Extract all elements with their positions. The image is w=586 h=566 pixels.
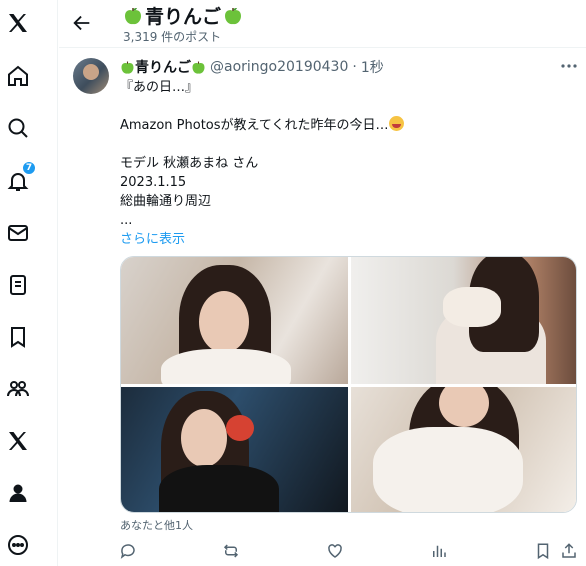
profile-icon[interactable]: [5, 480, 31, 506]
green-apple-icon: [191, 60, 206, 75]
post-count: 3,319 件のポスト: [123, 30, 222, 44]
photo-2[interactable]: [351, 257, 576, 384]
left-nav-rail: 7: [0, 0, 58, 566]
tweet-line-blank: [120, 135, 560, 154]
share-icon[interactable]: [560, 542, 578, 560]
page-title-text: 青りんご: [145, 6, 222, 28]
tweet-line: モデル 秋瀬あまね さん: [120, 156, 259, 171]
home-icon[interactable]: [5, 63, 31, 89]
tweet-line: 2023.1.15: [120, 175, 187, 190]
tweet-line: 『あの日…』: [120, 80, 199, 95]
profile-header: 青りんご 3,319 件のポスト: [59, 0, 586, 48]
more-icon[interactable]: [5, 532, 31, 558]
show-more-link[interactable]: さらに表示: [120, 230, 560, 249]
green-apple-icon: [123, 6, 143, 26]
explore-icon[interactable]: [5, 115, 31, 141]
notification-count-badge: 7: [22, 161, 36, 175]
notifications-icon[interactable]: 7: [5, 161, 36, 194]
tweet-line: 総曲輪通り周辺: [120, 194, 212, 209]
author-handle[interactable]: @aoringo20190430: [210, 59, 348, 75]
author-display-name[interactable]: 青りんご: [120, 57, 206, 77]
communities-icon[interactable]: [5, 376, 31, 402]
tweet-text: 『あの日…』 Amazon Photosが教えてくれた昨年の今日… モデル 秋瀬…: [120, 78, 560, 249]
green-apple-icon: [223, 6, 243, 26]
reply-icon[interactable]: [119, 542, 137, 560]
photo-1[interactable]: [121, 257, 348, 384]
liked-by-text[interactable]: あなたと他1人: [120, 517, 193, 533]
tweet-author-row: 青りんご @aoringo20190430 · 1秒: [120, 57, 384, 77]
photo-3[interactable]: [121, 387, 348, 512]
bookmarks-icon[interactable]: [5, 324, 31, 350]
tweet-line-text: Amazon Photosが教えてくれた昨年の今日…: [120, 118, 389, 133]
tweet-line: ...: [120, 213, 133, 228]
avatar[interactable]: [73, 58, 109, 94]
like-heart-icon[interactable]: [326, 542, 344, 560]
bookmark-icon[interactable]: [534, 542, 552, 560]
tweet-line: Amazon Photosが教えてくれた昨年の今日…: [120, 116, 560, 135]
author-name-text: 青りんご: [135, 60, 191, 76]
dot-separator: ·: [352, 59, 357, 75]
messages-icon[interactable]: [5, 220, 31, 246]
page-title: 青りんご: [123, 2, 243, 29]
smiling-face-emoji-icon: [388, 116, 404, 131]
views-chart-icon[interactable]: [430, 542, 448, 560]
premium-icon[interactable]: [5, 428, 31, 454]
back-arrow-icon[interactable]: [71, 12, 93, 34]
x-logo-icon[interactable]: [5, 10, 31, 36]
photo-4[interactable]: [351, 387, 576, 512]
repost-icon[interactable]: [222, 542, 240, 560]
green-apple-icon: [120, 60, 135, 75]
tweet-line-blank: [120, 97, 560, 116]
media-grid: [120, 256, 577, 513]
lists-icon[interactable]: [5, 272, 31, 298]
tweet-timestamp[interactable]: 1秒: [361, 57, 384, 77]
more-options-icon[interactable]: [558, 58, 580, 74]
